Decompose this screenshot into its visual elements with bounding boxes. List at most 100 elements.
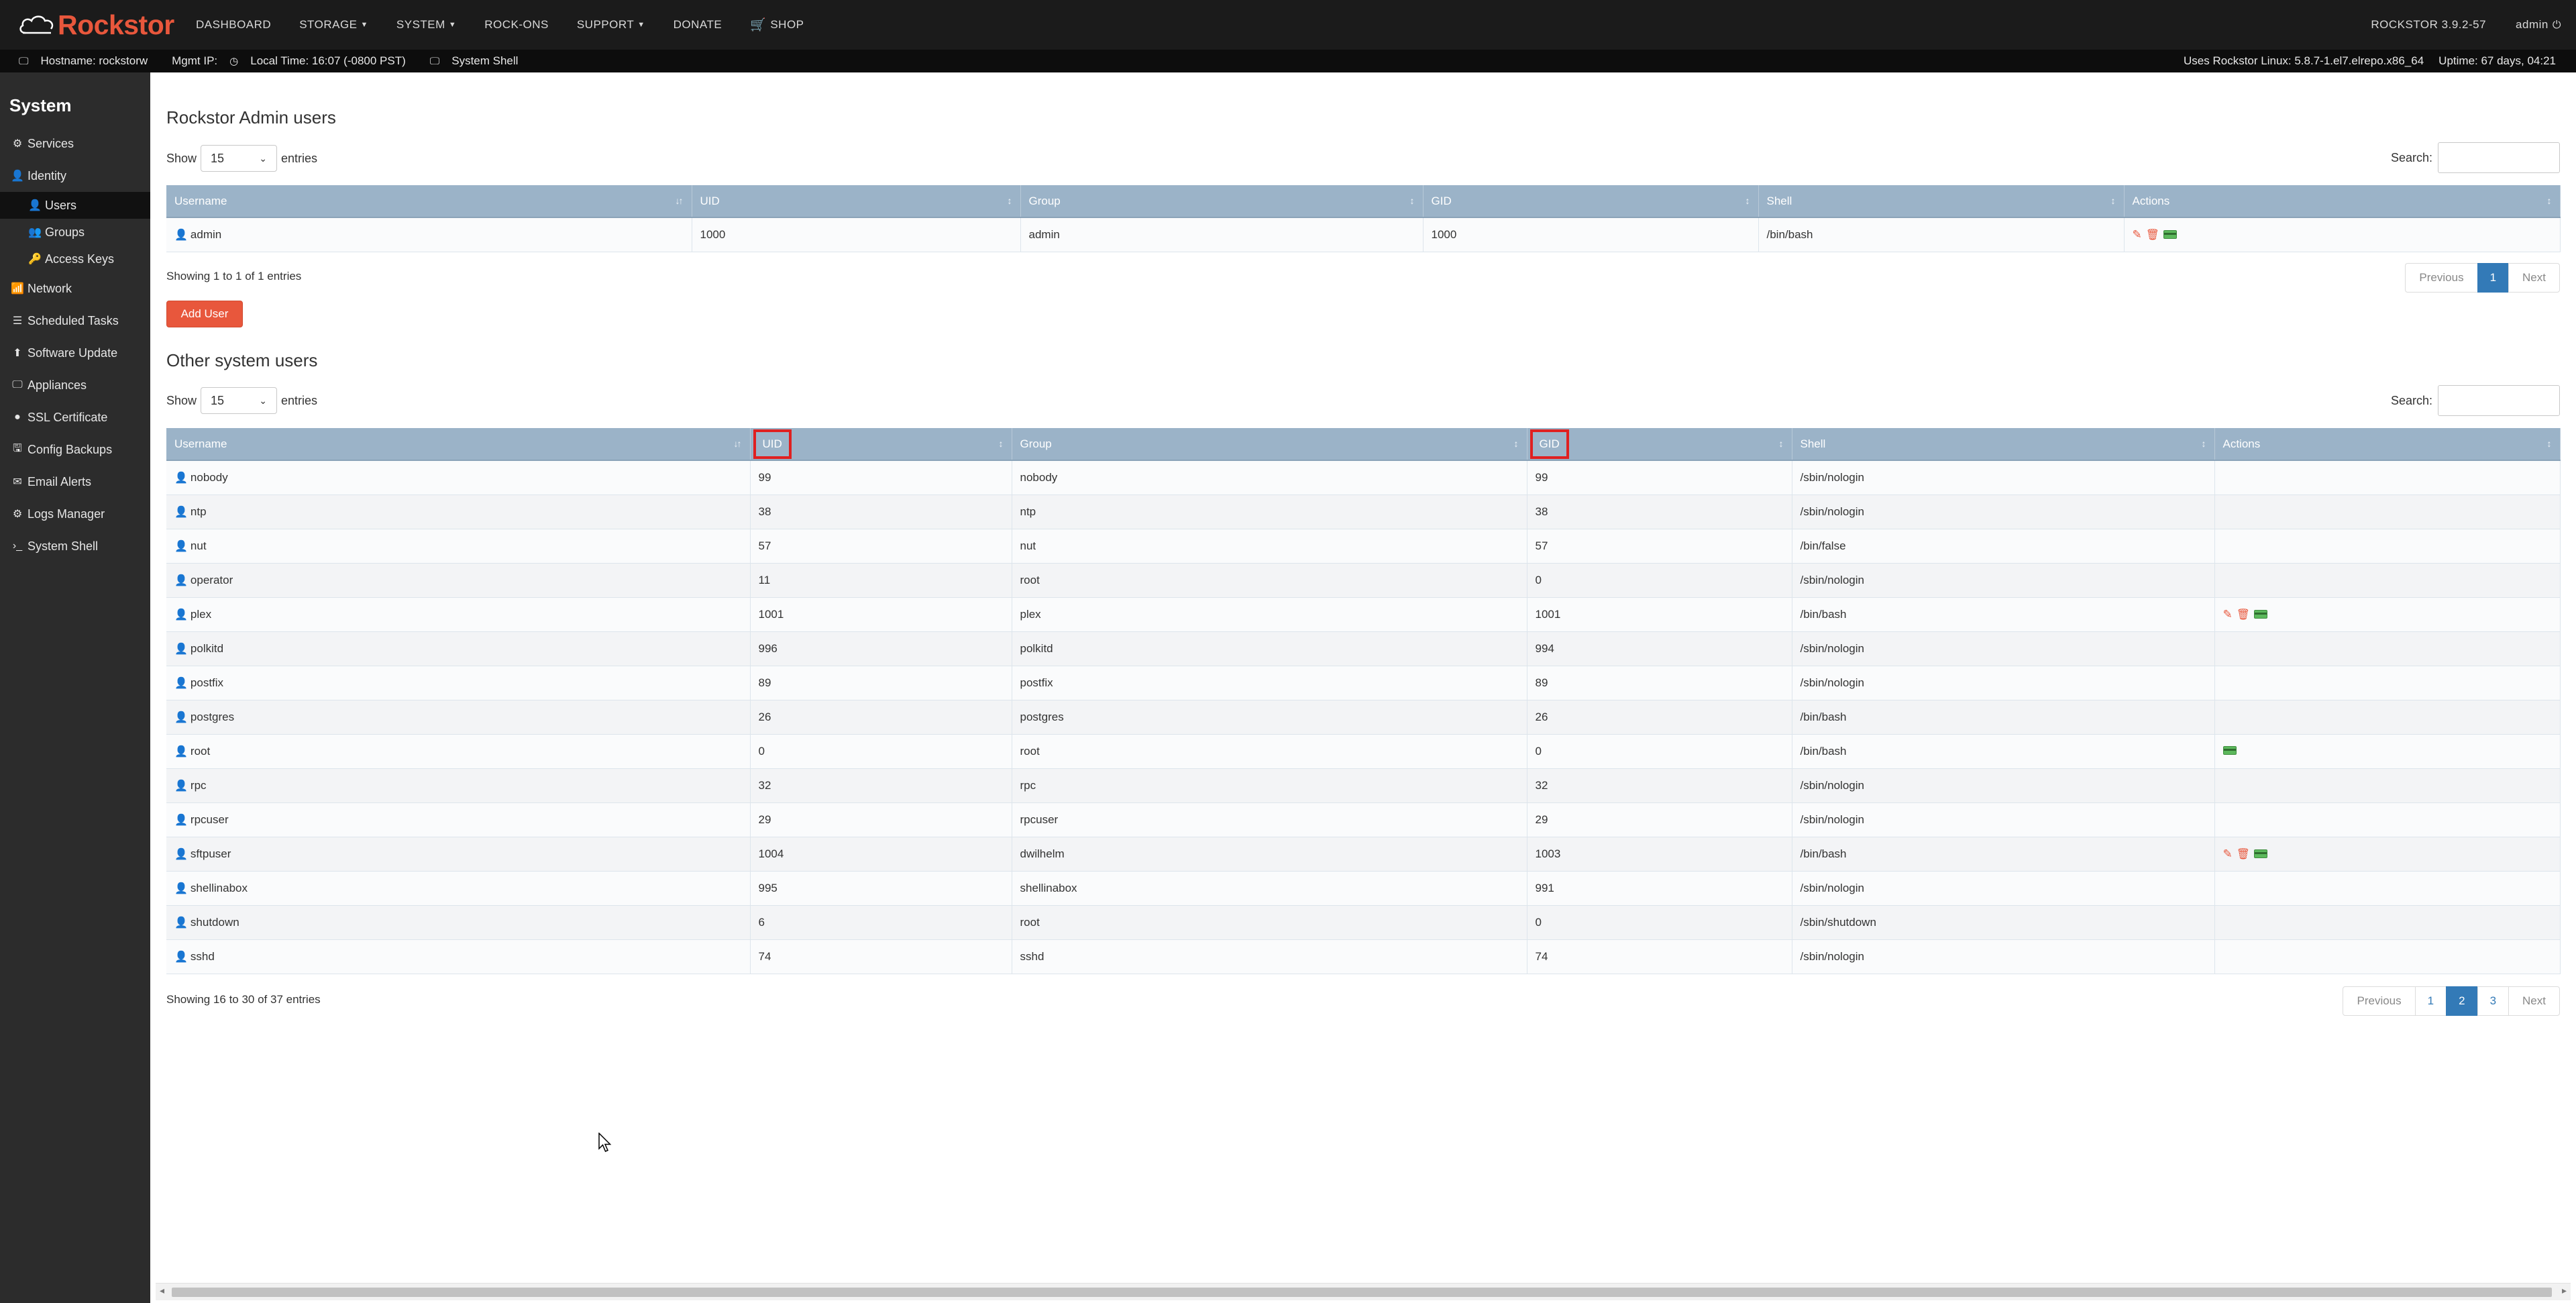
other-search-input[interactable] (2438, 385, 2560, 416)
uid-value: 0 (758, 744, 765, 758)
column-header-uid[interactable]: UID ↕ (692, 185, 1021, 218)
sidebar-item-network[interactable]: 📶 Network (0, 272, 150, 305)
column-header-actions[interactable]: Actions ↕ (2124, 185, 2561, 218)
uid-value: 26 (758, 710, 771, 723)
table-row: 👤 polkitd 996 polkitd 994/sbin/nologin (166, 631, 2561, 666)
cell-username: 👤 postfix (166, 666, 751, 700)
cell-shell: /bin/bash (1792, 700, 2215, 735)
next-page-button[interactable]: Next (2508, 986, 2560, 1016)
entries-label: entries (281, 393, 318, 407)
previous-page-button[interactable]: Previous (2343, 986, 2416, 1016)
cell-uid: 57 (750, 529, 1012, 564)
sidebar-item-logs-manager[interactable]: ⚙ Logs Manager (0, 498, 150, 530)
admin-entries-select[interactable]: 15 ⌄ (201, 145, 278, 172)
scroll-right-icon[interactable]: ▸ (2562, 1285, 2567, 1296)
cell-group: nobody (1012, 460, 1527, 495)
sidebar-item-appliances[interactable]: 🖵 Appliances (0, 369, 150, 401)
admin-search: Search: (2391, 142, 2560, 173)
arrow-up-icon: ⬆ (13, 348, 22, 359)
column-header-actions[interactable]: Actions ↕ (2214, 428, 2561, 461)
column-header-shell[interactable]: Shell ↕ (1758, 185, 2125, 218)
column-header-shell[interactable]: Shell ↕ (1792, 428, 2215, 461)
entries-value: 15 (211, 393, 225, 407)
user-icon: 👤 (174, 506, 188, 518)
column-header-gid[interactable]: GID ↕ (1423, 185, 1759, 218)
sidebar-item-identity[interactable]: 👤 Identity (0, 160, 150, 192)
sidebar-item-services[interactable]: ⚙ Services (0, 127, 150, 160)
cell-shell: /sbin/nologin (1792, 460, 2215, 495)
nav-dashboard[interactable]: DASHBOARD (196, 18, 271, 32)
other-entries-select[interactable]: 15 ⌄ (201, 387, 278, 414)
gid-value: 74 (1535, 949, 1548, 963)
username-value: nut (190, 539, 207, 552)
shell-value: /sbin/nologin (1800, 505, 1864, 518)
nav-shop[interactable]: 🛒 SHOP (750, 17, 804, 33)
cell-shell: /sbin/nologin (1792, 494, 2215, 529)
system-shell-link[interactable]: 🖵 System Shell (430, 54, 531, 68)
column-header-username[interactable]: Username ↓↑ (166, 185, 692, 218)
column-header-label: Actions (2132, 194, 2170, 207)
page-3-button[interactable]: 3 (2477, 986, 2510, 1016)
page-2-button[interactable]: 2 (2446, 986, 2478, 1016)
shell-value: /bin/bash (1800, 744, 1847, 758)
brand-logo[interactable]: Rockstor (17, 9, 185, 41)
other-users-table: Username ↓↑ UID ↕ Group ↕ GID ↕ Shell ↕ Actions ↕ 👤… (166, 428, 2561, 974)
edit-icon[interactable]: ✎ (2223, 608, 2233, 621)
cell-group: dwilhelm (1012, 837, 1527, 872)
admin-search-input[interactable] (2438, 142, 2560, 173)
username-value: operator (190, 573, 233, 586)
nav-system[interactable]: SYSTEM ▼ (396, 18, 456, 32)
uid-value: 38 (758, 505, 771, 518)
column-header-label: GID (1431, 194, 1452, 207)
nav-storage[interactable]: STORAGE ▼ (299, 18, 368, 32)
column-header-gid[interactable]: GID ↕ (1527, 428, 1792, 461)
sidebar-item-system-shell[interactable]: ›_ System Shell (0, 530, 150, 562)
column-header-group[interactable]: Group ↕ (1020, 185, 1424, 218)
cell-group: root (1012, 734, 1527, 769)
user-menu[interactable]: admin ⏻ (2516, 18, 2561, 32)
sidebar-item-groups[interactable]: 👥 Groups (0, 219, 150, 246)
column-header-username[interactable]: Username ↓↑ (166, 428, 751, 461)
nav-rock-ons[interactable]: ROCK-ONS (484, 18, 549, 32)
credit-card-icon[interactable] (2163, 230, 2178, 240)
sidebar-item-scheduled-tasks[interactable]: ☰ Scheduled Tasks (0, 305, 150, 337)
mouse-cursor-icon (598, 1133, 612, 1152)
cell-actions: ✎ 🗑 (2124, 217, 2561, 252)
next-page-button[interactable]: Next (2508, 263, 2560, 293)
sidebar-item-email-alerts[interactable]: ✉ Email Alerts (0, 466, 150, 498)
cell-group: nut (1012, 529, 1527, 564)
page-1-button[interactable]: 1 (2414, 986, 2447, 1016)
nav-donate[interactable]: DONATE (674, 18, 722, 32)
key-icon: 🔑 (28, 254, 42, 265)
edit-icon[interactable]: ✎ (2133, 228, 2142, 242)
sidebar-item-access-keys[interactable]: 🔑 Access Keys (0, 246, 150, 272)
sidebar-item-software-update[interactable]: ⬆ Software Update (0, 337, 150, 369)
shell-value: /bin/bash (1800, 847, 1847, 860)
trash-icon[interactable]: 🗑 (2237, 847, 2250, 861)
previous-page-button[interactable]: Previous (2405, 263, 2478, 293)
sidebar-item-label: Services (28, 136, 74, 150)
nav-support[interactable]: SUPPORT ▼ (577, 18, 645, 32)
trash-icon[interactable]: 🗑 (2237, 608, 2250, 621)
credit-card-icon[interactable] (2254, 849, 2268, 858)
horizontal-scrollbar[interactable]: ◂ ▸ (156, 1283, 2571, 1300)
credit-card-icon[interactable] (2254, 610, 2268, 619)
add-user-button[interactable]: Add User (166, 301, 243, 327)
scroll-left-icon[interactable]: ◂ (160, 1285, 164, 1296)
edit-icon[interactable]: ✎ (2223, 847, 2233, 861)
user-icon: 👤 (174, 951, 188, 963)
user-icon: 👤 (174, 540, 188, 552)
column-header-uid[interactable]: UID ↕ (750, 428, 1012, 461)
trash-icon[interactable]: 🗑 (2146, 228, 2159, 242)
nav-label: SYSTEM (396, 18, 445, 31)
credit-card-icon[interactable] (2222, 745, 2237, 755)
column-header-group[interactable]: Group ↕ (1012, 428, 1527, 461)
sidebar-item-config-backups[interactable]: 🖫 Config Backups (0, 433, 150, 466)
scrollbar-thumb[interactable] (172, 1288, 2552, 1297)
page-1-button[interactable]: 1 (2477, 263, 2510, 293)
sidebar-item-ssl-certificate[interactable]: ● SSL Certificate (0, 401, 150, 433)
mgmt-ip-info: Mgmt IP: (172, 54, 218, 67)
admin-users-table: Username ↓↑ UID ↕ Group ↕ GID ↕ Shell ↕ Actions ↕ 👤… (166, 185, 2561, 252)
sidebar-item-label: System Shell (28, 539, 99, 553)
sidebar-item-users[interactable]: 👤 Users (0, 192, 150, 219)
